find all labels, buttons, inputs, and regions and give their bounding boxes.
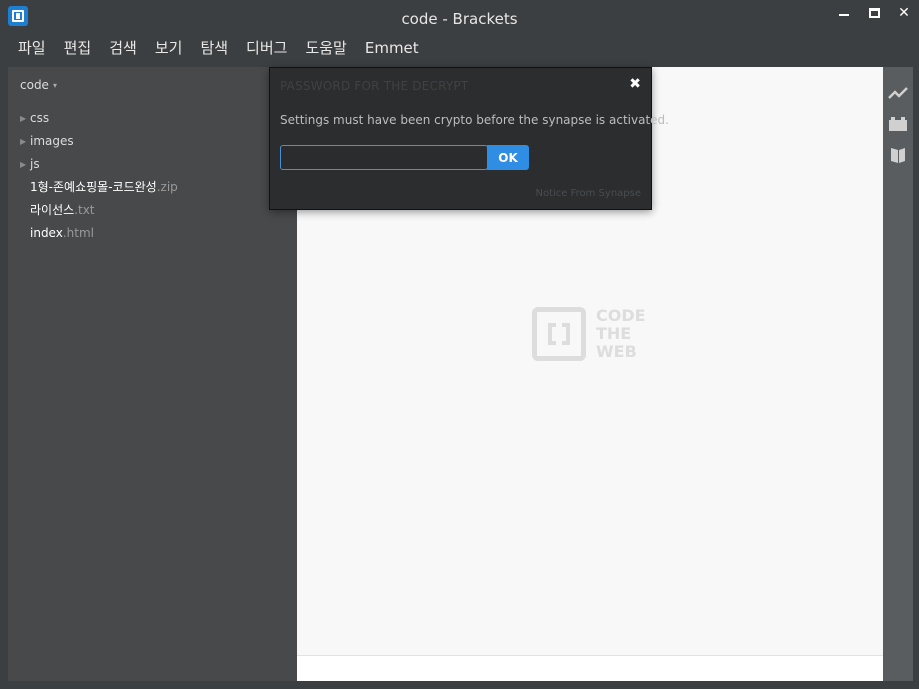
logo-line-1: CODE: [596, 306, 646, 325]
code-the-web-logo: CODE THE WEB: [532, 307, 662, 363]
menu-view[interactable]: 보기: [146, 34, 192, 62]
right-toolbar: [883, 67, 913, 681]
window-bottom-border: [0, 681, 919, 689]
file-ext: .txt: [74, 203, 95, 217]
maximize-button[interactable]: [859, 0, 889, 26]
folder-arrow-icon[interactable]: ▶: [20, 130, 26, 153]
window-controls: ✕: [829, 0, 919, 28]
dialog-footer: Notice From Synapse: [535, 188, 641, 199]
folder-name: js: [30, 157, 40, 171]
folder-arrow-icon[interactable]: ▶: [20, 153, 26, 176]
file-name: 라이선스: [30, 203, 75, 217]
folder-arrow-icon[interactable]: ▶: [20, 107, 26, 130]
file-ext: .zip: [156, 180, 178, 194]
menu-edit[interactable]: 편집: [55, 34, 101, 62]
menu-bar: 파일 편집 검색 보기 탐색 디버그 도움말 Emmet: [0, 34, 919, 62]
minimize-button[interactable]: [829, 0, 859, 26]
tree-file-license[interactable]: 라이선스.txt: [8, 199, 297, 222]
sidebar: code ▾ ▶ css ▶ images ▶ js 1형-존예쇼핑몰-코드완성.…: [8, 67, 297, 681]
menu-navigate[interactable]: 탐색: [191, 34, 237, 62]
extension-manager-icon[interactable]: [888, 115, 908, 133]
tree-folder-images[interactable]: ▶ images: [8, 130, 297, 153]
logo-line-3: WEB: [596, 342, 637, 361]
caret-down-icon: ▾: [52, 81, 57, 90]
password-input[interactable]: [280, 145, 488, 170]
dialog-message: Settings must have been crypto before th…: [280, 113, 669, 127]
extract-icon[interactable]: [888, 146, 908, 164]
menu-help[interactable]: 도움말: [296, 34, 355, 62]
folder-name: css: [30, 111, 50, 125]
tree-file-zip[interactable]: 1형-존예쇼핑몰-코드완성.zip: [8, 176, 297, 199]
close-dialog-icon[interactable]: ✖: [629, 76, 641, 92]
ok-button[interactable]: OK: [487, 145, 529, 170]
logo-text: CODE THE WEB: [596, 307, 646, 361]
file-name: index: [30, 226, 63, 240]
project-dropdown[interactable]: code ▾: [20, 78, 57, 92]
menu-file[interactable]: 파일: [9, 34, 55, 62]
tree-file-index[interactable]: index.html: [8, 222, 297, 245]
password-dialog: PASSWORD FOR THE DECRYPT ✖ Settings must…: [269, 67, 669, 210]
logo-line-2: THE: [596, 324, 632, 343]
title-bar: code - Brackets ✕: [0, 0, 919, 34]
close-icon: ✕: [898, 5, 910, 21]
project-name: code: [20, 78, 49, 92]
menu-find[interactable]: 검색: [100, 34, 146, 62]
brackets-watermark-icon: [532, 307, 586, 361]
tree-folder-js[interactable]: ▶ js: [8, 153, 297, 176]
tree-folder-css[interactable]: ▶ css: [8, 107, 297, 130]
minimize-icon: [839, 14, 849, 16]
file-tree: ▶ css ▶ images ▶ js 1형-존예쇼핑몰-코드완성.zip 라이…: [8, 107, 297, 245]
menu-debug[interactable]: 디버그: [237, 34, 296, 62]
menu-emmet[interactable]: Emmet: [356, 34, 428, 62]
status-area: [297, 655, 883, 681]
close-window-button[interactable]: ✕: [889, 0, 919, 26]
dialog-title: PASSWORD FOR THE DECRYPT: [280, 79, 469, 93]
file-name: 1형-존예쇼핑몰-코드완성: [30, 180, 157, 194]
folder-name: images: [30, 134, 74, 148]
file-ext: .html: [62, 226, 94, 240]
live-preview-icon[interactable]: [888, 85, 908, 103]
maximize-icon: [868, 8, 880, 18]
window-title: code - Brackets: [401, 10, 518, 28]
